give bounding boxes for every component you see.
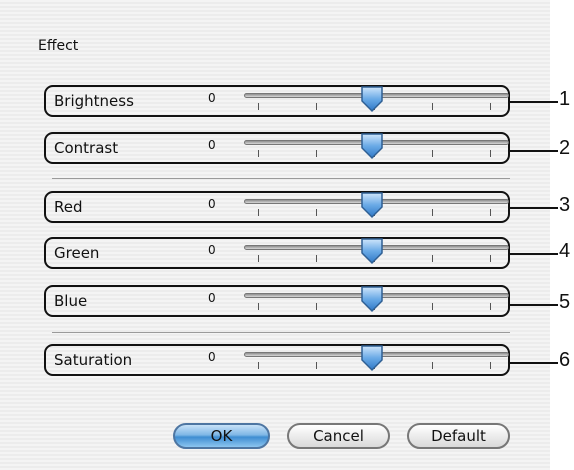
annotation-line (510, 101, 558, 103)
brightness-value: 0 (208, 91, 216, 105)
slider-thumb-icon[interactable] (359, 132, 385, 160)
slider-thumb-icon[interactable] (359, 237, 385, 265)
annotation-line (510, 150, 558, 152)
slider-thumb-icon[interactable] (359, 85, 385, 113)
blue-slider[interactable] (244, 285, 509, 319)
cancel-button[interactable]: Cancel (287, 423, 390, 449)
slider-tick (316, 150, 317, 157)
slider-tick (316, 255, 317, 262)
brightness-label: Brightness (54, 92, 134, 110)
slider-tick (258, 303, 259, 310)
slider-tick (432, 103, 433, 110)
annotation-number: 3 (559, 194, 571, 216)
annotation-number: 1 (559, 88, 571, 110)
effect-dialog: Effect Brightness 0 1 Contrast 0 2 Red 0… (0, 0, 570, 470)
annotation-line (510, 207, 558, 209)
section-divider (52, 178, 510, 179)
slider-tick (490, 150, 491, 157)
default-button[interactable]: Default (407, 423, 510, 449)
green-value: 0 (208, 243, 216, 257)
slider-tick (258, 150, 259, 157)
slider-tick (490, 209, 491, 216)
annotation-number: 5 (559, 291, 571, 313)
contrast-label: Contrast (54, 139, 119, 157)
slider-tick (316, 362, 317, 369)
red-slider[interactable] (244, 191, 509, 225)
slider-tick (490, 103, 491, 110)
slider-tick (258, 103, 259, 110)
slider-thumb-icon[interactable] (359, 344, 385, 372)
slider-tick (490, 303, 491, 310)
saturation-label: Saturation (54, 351, 133, 369)
slider-tick (432, 209, 433, 216)
blue-value: 0 (208, 291, 216, 305)
annotation-line (510, 304, 558, 306)
contrast-row: Contrast 0 (44, 132, 510, 166)
annotation-line (510, 253, 558, 255)
slider-tick (258, 255, 259, 262)
green-row: Green 0 (44, 237, 510, 271)
slider-tick (432, 255, 433, 262)
slider-thumb-icon[interactable] (359, 285, 385, 313)
slider-thumb-icon[interactable] (359, 191, 385, 219)
blue-row: Blue 0 (44, 285, 510, 319)
green-slider[interactable] (244, 237, 509, 271)
saturation-slider[interactable] (244, 344, 509, 378)
saturation-value: 0 (208, 350, 216, 364)
slider-tick (258, 362, 259, 369)
slider-tick (316, 303, 317, 310)
brightness-row: Brightness 0 (44, 85, 510, 119)
red-row: Red 0 (44, 191, 510, 225)
saturation-row: Saturation 0 (44, 344, 510, 378)
slider-tick (432, 362, 433, 369)
annotation-number: 6 (559, 349, 571, 371)
contrast-value: 0 (208, 138, 216, 152)
slider-tick (432, 150, 433, 157)
slider-tick (316, 103, 317, 110)
annotation-line (510, 362, 558, 364)
red-value: 0 (208, 197, 216, 211)
green-label: Green (54, 244, 100, 262)
blue-label: Blue (54, 292, 88, 310)
ok-button[interactable]: OK (173, 423, 270, 449)
red-label: Red (54, 198, 83, 216)
annotation-number: 4 (559, 240, 571, 262)
slider-tick (490, 362, 491, 369)
slider-tick (316, 209, 317, 216)
contrast-slider[interactable] (244, 132, 509, 166)
dialog-title: Effect (38, 38, 79, 54)
annotation-number: 2 (559, 137, 571, 159)
slider-tick (490, 255, 491, 262)
slider-tick (432, 303, 433, 310)
slider-tick (258, 209, 259, 216)
brightness-slider[interactable] (244, 85, 509, 119)
section-divider (52, 332, 510, 333)
